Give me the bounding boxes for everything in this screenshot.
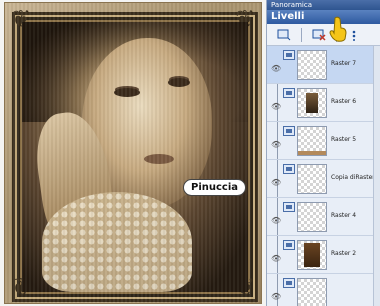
ornament-frame (17, 17, 253, 297)
layer-row[interactable]: 👁 Raster 7 (267, 46, 380, 84)
lips (144, 154, 174, 164)
layer-thumbnail (297, 240, 327, 270)
toolbar-separator (301, 27, 302, 42)
hand (30, 107, 120, 257)
layer-thumbnail (297, 164, 327, 194)
eye-icon[interactable]: 👁 (271, 140, 281, 149)
layers-scrollbar[interactable] (373, 46, 380, 306)
layer-row[interactable]: 👁 Raster 4 (267, 198, 380, 236)
raster-layer-icon (283, 50, 295, 60)
eye (168, 78, 190, 87)
layer-thumbnail (297, 278, 327, 306)
layer-list: 👁 Raster 7 👁 Raster 6 👁 Raster 5 👁 Copia… (267, 46, 380, 306)
portrait-photo (22, 22, 248, 292)
raster-layer-icon (283, 278, 295, 288)
raster-layer-icon (283, 88, 295, 98)
new-layer-icon[interactable] (275, 27, 293, 43)
corner-ornament-icon: ❦ (234, 5, 256, 33)
raster-layer-icon (283, 164, 295, 174)
corner-ornament-icon: ❦ (234, 273, 256, 301)
raster-layer-icon (283, 240, 295, 250)
overview-panel-header: Panoramica (267, 0, 380, 10)
eye-icon[interactable]: 👁 (271, 254, 281, 263)
layer-name: Raster 7 (331, 60, 357, 67)
hair-shadow (22, 22, 248, 122)
layers-toolbar (267, 16, 380, 46)
layer-row[interactable]: 👁 Raster 2 (267, 236, 380, 274)
corner-ornament-icon: ❦ (10, 273, 32, 301)
layer-thumbnail (297, 126, 327, 156)
eye-icon[interactable]: 👁 (271, 64, 281, 73)
eye-icon[interactable]: 👁 (271, 292, 281, 301)
layer-thumbnail (297, 202, 327, 232)
outer-frame: ❦ ❦ ❦ ❦ (4, 2, 262, 304)
layer-name: Raster 5 (331, 136, 357, 143)
raster-layer-icon (283, 126, 295, 136)
eye-icon[interactable]: 👁 (271, 178, 281, 187)
watermark-label: Pinuccia (183, 179, 247, 196)
layer-row[interactable]: 👁 Copia diRaster (267, 160, 380, 198)
corner-ornament-icon: ❦ (10, 5, 32, 33)
eye-icon[interactable]: 👁 (271, 102, 281, 111)
layer-row[interactable]: 👁 Raster 6 (267, 84, 380, 122)
lace-sleeve (42, 192, 192, 292)
layers-panel: Panoramica Livelli 👁 Raster 7 👁 Raster 6… (266, 0, 380, 306)
layer-name: Raster 6 (331, 98, 357, 105)
delete-layer-icon[interactable] (310, 27, 328, 43)
raster-layer-icon (283, 202, 295, 212)
layers-panel-title: Livelli (267, 10, 380, 24)
layer-name: Copia diRaster (331, 174, 375, 181)
layer-row[interactable]: 👁 (267, 274, 380, 306)
layer-thumbnail (297, 88, 327, 118)
overview-title: Panoramica (271, 1, 312, 9)
pointing-hand-icon (329, 16, 347, 42)
image-canvas[interactable]: ❦ ❦ ❦ ❦ Pinuccia (0, 0, 266, 306)
layer-name: Raster 4 (331, 212, 357, 219)
layer-thumbnail (297, 50, 327, 80)
layer-row[interactable]: 👁 Raster 5 (267, 122, 380, 160)
layer-properties-icon[interactable] (345, 27, 363, 43)
eye (114, 88, 140, 97)
eye-icon[interactable]: 👁 (271, 216, 281, 225)
layer-name: Raster 2 (331, 250, 357, 257)
